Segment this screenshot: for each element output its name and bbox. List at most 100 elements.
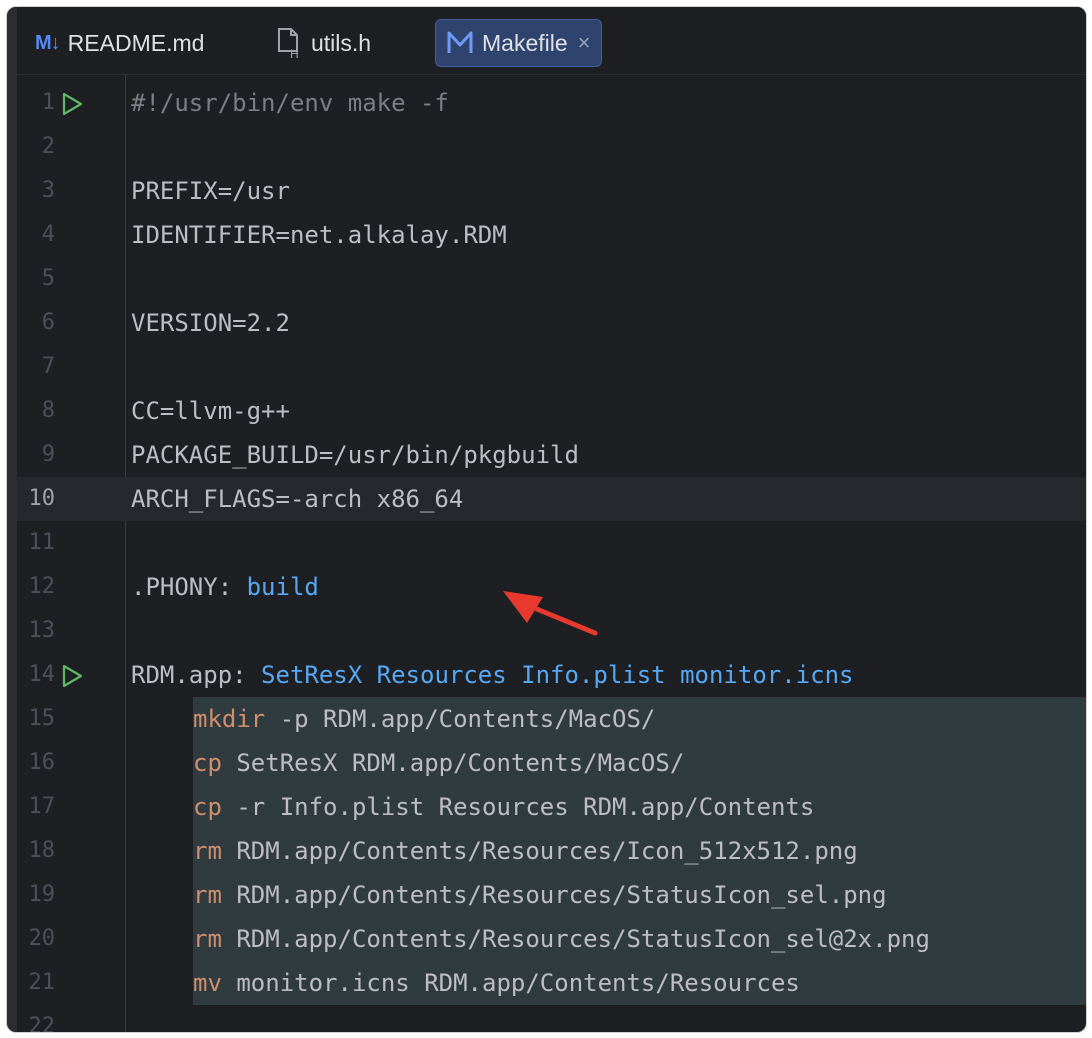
code-token: RDM.app/Contents/Resources/StatusIcon_se…: [221, 925, 930, 953]
shell-command: mkdir: [193, 705, 266, 733]
code-token: -r Info.plist Resources RDM.app/Contents: [221, 793, 815, 821]
code-line[interactable]: 16 cp SetResX RDM.app/Contents/MacOS/: [17, 741, 1086, 785]
code-token: SetResX RDM.app/Contents/MacOS/: [221, 749, 685, 777]
code-text: CC=llvm-g++: [131, 389, 290, 433]
code-line[interactable]: 20 rm RDM.app/Contents/Resources/StatusIc…: [17, 917, 1086, 961]
shell-command: mv: [193, 969, 222, 997]
line-number: 11: [28, 530, 56, 555]
code-token: #!/usr/bin/env make -f: [131, 89, 449, 117]
code-text: rm RDM.app/Contents/Resources/StatusIcon…: [193, 917, 930, 961]
tab-label: Makefile: [482, 29, 568, 56]
code-line[interactable]: 21 mv monitor.icns RDM.app/Contents/Resou…: [17, 961, 1086, 1005]
tool-window-strip: [7, 7, 17, 1032]
code-line[interactable]: 2: [17, 125, 1086, 169]
line-number: 22: [28, 1014, 56, 1033]
code-line[interactable]: 18 rm RDM.app/Contents/Resources/Icon_512…: [17, 829, 1086, 873]
line-number: 4: [41, 222, 55, 247]
code-token: VERSION=2.2: [131, 309, 290, 337]
code-editor[interactable]: 1 #!/usr/bin/env make -f 2 3 PREFIX=/usr 4 IDE…: [17, 75, 1086, 1032]
code-line[interactable]: 15 mkdir -p RDM.app/Contents/MacOS/: [17, 697, 1086, 741]
code-line[interactable]: 7: [17, 345, 1086, 389]
code-text: cp -r Info.plist Resources RDM.app/Conte…: [193, 785, 814, 829]
svg-text:H: H: [290, 47, 299, 59]
code-token: RDM.app/Contents/Resources/Icon_512x512.…: [221, 837, 858, 865]
annotation-arrow-icon: [503, 591, 598, 636]
tab-readme[interactable]: M↓ README.md: [35, 19, 204, 67]
code-text: rm RDM.app/Contents/Resources/StatusIcon…: [193, 873, 887, 917]
line-number: 20: [28, 926, 56, 951]
line-number: 10: [28, 486, 56, 511]
line-number: 3: [41, 178, 55, 203]
code-line[interactable]: 22: [17, 1005, 1086, 1033]
code-token: RDM.app:: [131, 661, 262, 689]
editor-window: M↓ README.md H utils.h Makefile × 1 #!/u…: [6, 6, 1087, 1033]
code-text: RDM.app: SetResX Resources Info.plist mo…: [131, 653, 853, 697]
tab-label: utils.h: [311, 29, 372, 56]
shell-command: cp: [193, 793, 222, 821]
makefile-icon: [446, 30, 474, 56]
code-token: ARCH_FLAGS=-arch x86_64: [131, 485, 464, 513]
run-target-icon[interactable]: [59, 91, 85, 117]
header-file-icon: H: [275, 27, 303, 59]
code-token: RDM.app/Contents/Resources/StatusIcon_se…: [221, 881, 887, 909]
code-text: mv monitor.icns RDM.app/Contents/Resourc…: [193, 961, 800, 1005]
code-text: .PHONY: build: [131, 565, 319, 609]
code-line[interactable]: 8 CC=llvm-g++: [17, 389, 1086, 433]
code-token: PREFIX=/usr: [131, 177, 290, 205]
code-line[interactable]: 1 #!/usr/bin/env make -f: [17, 81, 1086, 125]
shell-command: rm: [193, 881, 222, 909]
line-number: 18: [28, 838, 56, 863]
code-line[interactable]: 10 ARCH_FLAGS=-arch x86_64: [17, 477, 1086, 521]
line-number: 16: [28, 750, 56, 775]
code-line[interactable]: 14 RDM.app: SetResX Resources Info.plist …: [17, 653, 1086, 697]
code-token: IDENTIFIER=net.alkalay.RDM: [131, 221, 507, 249]
line-number: 1: [41, 90, 55, 115]
code-text: PREFIX=/usr: [131, 169, 290, 213]
code-line[interactable]: 11: [17, 521, 1086, 565]
code-line[interactable]: 3 PREFIX=/usr: [17, 169, 1086, 213]
tab-label: README.md: [67, 29, 205, 56]
line-number: 12: [28, 574, 56, 599]
line-number: 8: [41, 398, 55, 423]
line-number: 7: [41, 354, 55, 379]
shell-command: cp: [193, 749, 222, 777]
line-number: 2: [41, 134, 55, 159]
markdown-icon: M↓: [35, 31, 61, 54]
line-number: 21: [28, 970, 56, 995]
code-text: cp SetResX RDM.app/Contents/MacOS/: [193, 741, 684, 785]
code-line[interactable]: 17 cp -r Info.plist Resources RDM.app/Con…: [17, 785, 1086, 829]
line-number: 5: [41, 266, 55, 291]
make-target: SetResX Resources Info.plist monitor.icn…: [261, 661, 854, 689]
tab-utils-h[interactable]: H utils.h: [275, 19, 371, 67]
code-text: rm RDM.app/Contents/Resources/Icon_512x5…: [193, 829, 858, 873]
code-token: PACKAGE_BUILD=/usr/bin/pkgbuild: [131, 441, 579, 469]
code-line[interactable]: 5: [17, 257, 1086, 301]
line-number: 19: [28, 882, 56, 907]
run-target-icon[interactable]: [59, 663, 85, 689]
code-token: monitor.icns RDM.app/Contents/Resources: [221, 969, 800, 997]
code-token: .PHONY:: [131, 573, 247, 601]
code-text: IDENTIFIER=net.alkalay.RDM: [131, 213, 507, 257]
tab-bar: M↓ README.md H utils.h Makefile ×: [17, 7, 1086, 75]
shell-command: rm: [193, 837, 222, 865]
code-text: VERSION=2.2: [131, 301, 290, 345]
code-line[interactable]: 19 rm RDM.app/Contents/Resources/StatusIc…: [17, 873, 1086, 917]
close-icon[interactable]: ×: [578, 30, 591, 56]
code-token: -p RDM.app/Contents/MacOS/: [265, 705, 656, 733]
shell-command: rm: [193, 925, 222, 953]
code-line[interactable]: 9 PACKAGE_BUILD=/usr/bin/pkgbuild: [17, 433, 1086, 477]
code-line[interactable]: 4 IDENTIFIER=net.alkalay.RDM: [17, 213, 1086, 257]
code-token: CC=llvm-g++: [131, 397, 290, 425]
tab-makefile[interactable]: Makefile ×: [435, 19, 602, 67]
line-number: 15: [28, 706, 56, 731]
make-target: build: [246, 573, 319, 601]
line-number: 13: [28, 618, 56, 643]
code-line[interactable]: 6 VERSION=2.2: [17, 301, 1086, 345]
code-text: mkdir -p RDM.app/Contents/MacOS/: [193, 697, 655, 741]
code-text: #!/usr/bin/env make -f: [131, 81, 449, 125]
code-text: PACKAGE_BUILD=/usr/bin/pkgbuild: [131, 433, 579, 477]
line-number: 6: [41, 310, 55, 335]
line-number: 14: [28, 662, 56, 687]
line-number: 17: [28, 794, 56, 819]
line-number: 9: [41, 442, 55, 467]
